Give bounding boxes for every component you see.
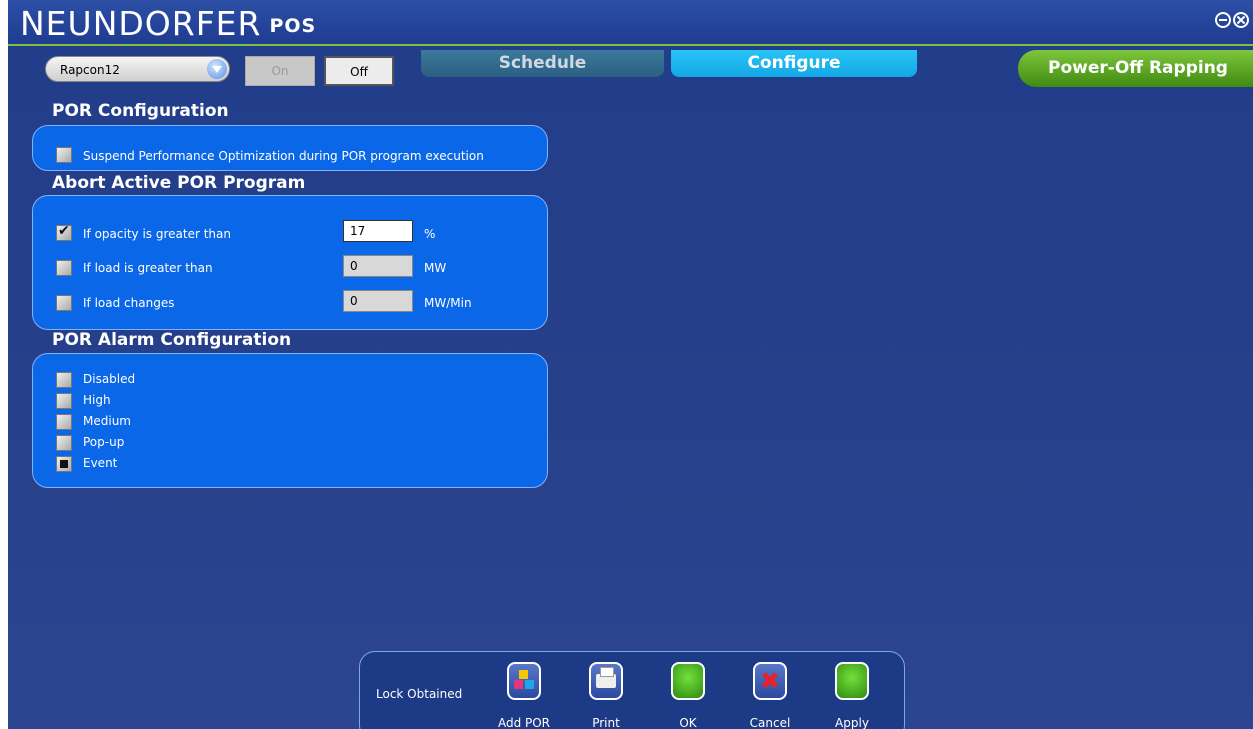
suspend-optimization-checkbox[interactable] bbox=[56, 147, 72, 163]
load-change-label: If load changes bbox=[83, 296, 175, 310]
device-select[interactable]: Rapcon12 bbox=[45, 56, 230, 82]
alarm-option-label: Medium bbox=[83, 414, 131, 428]
title-bar: NEUNDORFER POS bbox=[8, 0, 1253, 46]
load-label: If load is greater than bbox=[83, 261, 213, 275]
alarm-option-medium[interactable] bbox=[56, 414, 72, 430]
minimize-icon[interactable] bbox=[1215, 12, 1231, 28]
alarm-option-disabled[interactable] bbox=[56, 372, 72, 388]
alarm-option-high[interactable] bbox=[56, 393, 72, 409]
suspend-optimization-label: Suspend Performance Optimization during … bbox=[83, 149, 484, 163]
ok-caption: OK bbox=[679, 716, 697, 729]
opacity-input[interactable]: 17 bbox=[343, 220, 413, 242]
opacity-checkbox[interactable] bbox=[56, 223, 72, 241]
brand-logo: NEUNDORFER POS bbox=[20, 4, 316, 43]
chevron-down-icon[interactable] bbox=[207, 59, 227, 79]
close-icon[interactable] bbox=[1233, 12, 1249, 28]
opacity-label: If opacity is greater than bbox=[83, 227, 231, 241]
por-configuration-panel bbox=[32, 125, 548, 171]
alarm-option-event[interactable] bbox=[56, 456, 72, 472]
tab-schedule[interactable]: Schedule bbox=[421, 50, 664, 77]
print-button[interactable] bbox=[589, 662, 623, 700]
ok-button[interactable] bbox=[671, 662, 705, 700]
window-controls bbox=[1215, 12, 1249, 28]
off-button[interactable]: Off bbox=[324, 56, 394, 86]
alarm-option-label: Event bbox=[83, 456, 118, 470]
cancel-caption: Cancel bbox=[749, 716, 791, 729]
opacity-unit: % bbox=[424, 227, 436, 241]
tab-power-off-rapping[interactable]: Power-Off Rapping bbox=[1018, 50, 1253, 87]
cancel-button[interactable]: ✖ bbox=[753, 662, 787, 700]
brand-name: NEUNDORFER bbox=[20, 4, 262, 43]
lock-status: Lock Obtained bbox=[376, 687, 463, 701]
section-title-por-configuration: POR Configuration bbox=[52, 101, 229, 121]
brand-suffix: POS bbox=[269, 15, 317, 37]
cancel-x-icon: ✖ bbox=[760, 667, 781, 695]
app-window: NEUNDORFER POS Rapcon12 On Off Schedule C… bbox=[8, 0, 1253, 729]
add-por-caption: Add POR bbox=[497, 716, 551, 729]
alarm-option-label: High bbox=[83, 393, 111, 407]
load-checkbox[interactable] bbox=[56, 260, 72, 276]
tab-configure[interactable]: Configure bbox=[671, 50, 917, 77]
alarm-option-popup[interactable] bbox=[56, 435, 72, 451]
print-caption: Print bbox=[592, 716, 620, 729]
add-por-button[interactable] bbox=[507, 662, 541, 700]
alarm-option-label: Pop-up bbox=[83, 435, 125, 449]
load-change-checkbox[interactable] bbox=[56, 295, 72, 311]
section-title-alarm: POR Alarm Configuration bbox=[52, 330, 292, 350]
apply-caption: Apply bbox=[835, 716, 869, 729]
alarm-option-label: Disabled bbox=[83, 372, 136, 386]
load-change-input[interactable]: 0 bbox=[343, 290, 413, 312]
device-select-value: Rapcon12 bbox=[60, 63, 120, 77]
load-input[interactable]: 0 bbox=[343, 255, 413, 277]
load-unit: MW bbox=[424, 261, 447, 275]
printer-icon bbox=[596, 667, 616, 688]
on-button[interactable]: On bbox=[245, 56, 315, 86]
section-title-abort: Abort Active POR Program bbox=[52, 173, 306, 193]
load-change-unit: MW/Min bbox=[424, 296, 472, 310]
apply-button[interactable] bbox=[835, 662, 869, 700]
